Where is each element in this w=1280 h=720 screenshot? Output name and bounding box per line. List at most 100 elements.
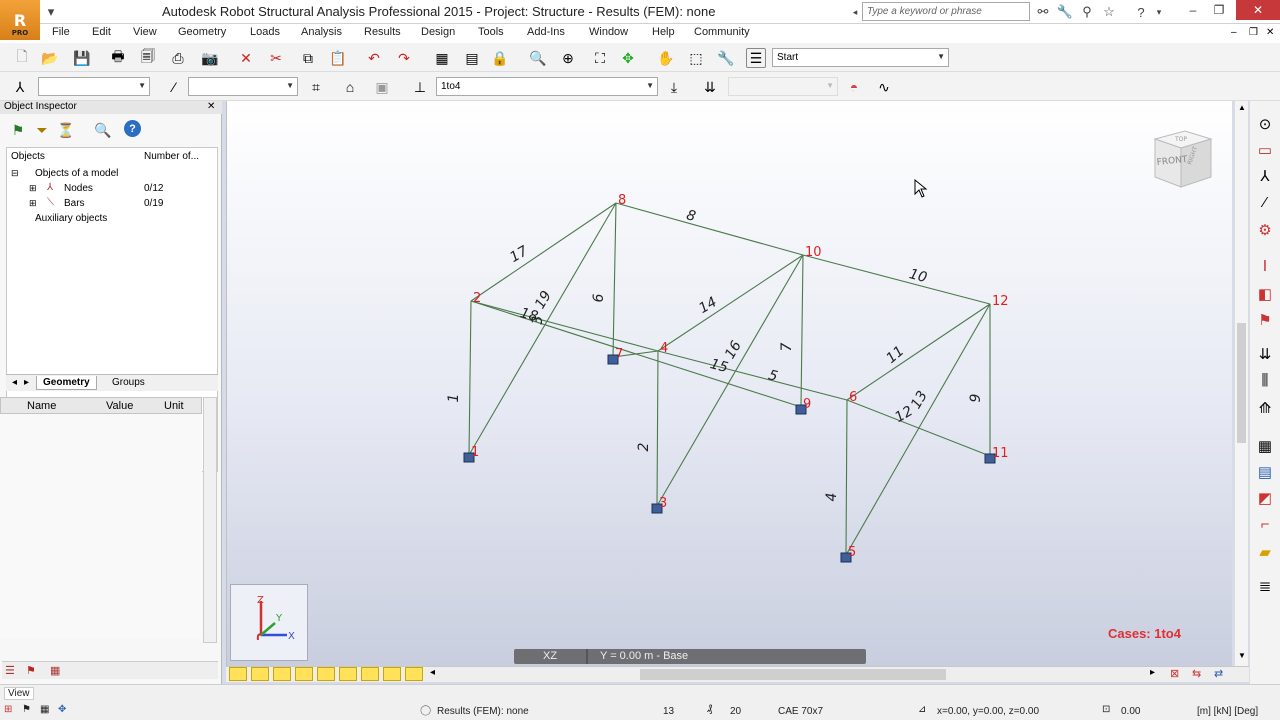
layouts-icon[interactable]: ☰ [746, 48, 766, 68]
zoom-out-icon[interactable]: ⇄ [1214, 667, 1223, 680]
print-icon[interactable]: 🖶 [108, 48, 128, 68]
expand-icon[interactable]: ⊞ [29, 198, 37, 209]
help-dropdown-icon[interactable]: ▾ [1150, 3, 1168, 21]
load-cases-icon[interactable]: ⊥ [410, 77, 430, 97]
binoculars-icon[interactable]: ⚯ [1034, 3, 1052, 21]
find-icon[interactable]: 🔍 [93, 120, 113, 140]
new-icon[interactable]: 🗋 [12, 48, 32, 68]
view-tool-select-icon[interactable] [229, 667, 247, 681]
releases-icon[interactable]: ⚑ [1254, 309, 1276, 331]
view-tool-plane-icon[interactable] [273, 667, 291, 681]
minimize-button[interactable]: – [1180, 0, 1206, 20]
clear-filter-icon[interactable]: ⏳ [56, 120, 76, 140]
view-plane-tag[interactable]: XZ Y = 0.00 m - Base [514, 649, 866, 664]
supports-icon[interactable]: ⚙ [1254, 219, 1276, 241]
structure-bar[interactable] [468, 202, 617, 456]
fit-icon[interactable]: ⇆ [1192, 667, 1201, 680]
favorites-star-icon[interactable]: ☆ [1100, 3, 1118, 21]
deformation-icon[interactable]: ◓ [844, 77, 864, 97]
view-level[interactable]: Y = 0.00 m - Base [600, 650, 688, 662]
undo-icon[interactable]: ↶ [364, 48, 384, 68]
menu-view[interactable]: View [133, 26, 157, 38]
structure-bar[interactable] [470, 202, 617, 302]
menu-help[interactable]: Help [652, 26, 675, 38]
close-button[interactable]: ✕ [1236, 0, 1280, 20]
tables-tab-icon[interactable]: ▦ [50, 664, 60, 677]
open-icon[interactable]: 📂 [40, 48, 60, 68]
hscroll-thumb[interactable] [640, 669, 946, 680]
structure-bar[interactable] [656, 350, 659, 507]
bar-selection-select[interactable]: ▼ [188, 77, 298, 96]
quick-access-icon[interactable]: ▾ [42, 3, 60, 21]
screen-capture-icon[interactable]: ⎙ [168, 48, 188, 68]
status-tool-4-icon[interactable]: ✥ [58, 704, 66, 715]
layers-icon[interactable]: ≣ [1254, 575, 1276, 597]
view-tool-zoom-icon[interactable] [251, 667, 269, 681]
view-tool-units-icon[interactable] [405, 667, 423, 681]
structure-type-icon[interactable]: ⌂ [340, 77, 360, 97]
cases-select[interactable]: 1to4 ▼ [436, 77, 658, 96]
menu-file[interactable]: File [52, 26, 70, 38]
menu-results[interactable]: Results [364, 26, 401, 38]
lock-icon[interactable]: 🔒 [490, 48, 510, 68]
structure-bar[interactable] [800, 254, 804, 408]
mode-select[interactable]: ▼ [728, 77, 838, 96]
camera-icon[interactable]: 📷 [200, 48, 220, 68]
wrench-icon[interactable]: 🔧 [1056, 3, 1074, 21]
load-definition-icon[interactable]: ⤓ [664, 77, 684, 97]
scroll-up-icon[interactable]: ▲ [1238, 103, 1246, 112]
view-cube[interactable]: FRONT TOP RIGHT [1147, 121, 1217, 191]
viewport-scrollbar[interactable]: ▲ ▼ [1234, 101, 1248, 666]
calculator-icon[interactable]: ▦ [432, 48, 452, 68]
zoom-icon[interactable]: 🔍 [528, 48, 548, 68]
print-preview-icon[interactable]: 🗐 [138, 48, 158, 68]
redo-icon[interactable]: ↷ [394, 48, 414, 68]
view-tool-axis-icon[interactable] [339, 667, 357, 681]
frame-icon[interactable]: ▣ [372, 77, 392, 97]
pan-icon[interactable]: ✋ [656, 48, 676, 68]
structure-bar[interactable] [846, 303, 991, 401]
view-tool-section-icon[interactable] [361, 667, 379, 681]
tree-item-nodes[interactable]: Nodes [64, 183, 93, 194]
screen-zoom-icon[interactable]: ⊠ [1170, 667, 1179, 680]
load-table-icon[interactable]: ⫼ [1254, 369, 1276, 391]
menu-tools[interactable]: Tools [478, 26, 504, 38]
filter-nodes-icon[interactable]: ⚑ [8, 120, 28, 140]
menu-loads[interactable]: Loads [250, 26, 280, 38]
doc-close-button[interactable]: ✕ [1266, 27, 1274, 38]
delete-icon[interactable]: ✕ [236, 48, 256, 68]
structure-bar[interactable] [612, 202, 617, 358]
panel-close-icon[interactable]: ✕ [207, 101, 215, 112]
fit-view-icon[interactable]: ⛶ [590, 48, 610, 68]
tree-item-bars[interactable]: Bars [64, 198, 85, 209]
loads-tab-icon[interactable]: ⚑ [26, 664, 36, 677]
restore-button[interactable]: ❐ [1206, 0, 1232, 20]
filter-icon[interactable]: ⏷ [32, 120, 52, 140]
rc-design-icon[interactable]: ▰ [1254, 541, 1276, 563]
copy-icon[interactable]: ⧉ [298, 48, 318, 68]
connections-icon[interactable]: ⌐ [1254, 513, 1276, 535]
structure-bar[interactable] [657, 350, 848, 401]
structure-bar[interactable] [656, 254, 804, 507]
move-icon[interactable]: ✥ [618, 48, 638, 68]
results-table-icon[interactable]: ▦ [1254, 435, 1276, 457]
tree-item-auxiliary[interactable]: Auxiliary objects [35, 213, 107, 224]
structure-viewport[interactable]: 1 2 3 4 5 6 7 8 9 10 11 12 13 14 15 16 17 18 19 1234567891… [226, 101, 1232, 666]
section-icon[interactable]: ⌗ [306, 77, 326, 97]
structure-bar[interactable] [615, 202, 804, 256]
save-icon[interactable]: 💾 [72, 48, 92, 68]
tab-groups[interactable]: Groups [106, 376, 151, 389]
status-tool-3-icon[interactable]: ▦ [40, 704, 49, 715]
scroll-down-icon[interactable]: ▼ [1238, 651, 1246, 660]
properties-scrollbar[interactable] [203, 397, 217, 643]
expand-icon[interactable]: ⊞ [29, 183, 37, 194]
status-tool-1-icon[interactable]: ⊞ [4, 704, 12, 715]
tables-icon[interactable]: ▤ [1254, 461, 1276, 483]
doc-restore-button[interactable]: ❐ [1249, 27, 1258, 38]
hscroll-left-icon[interactable]: ◂ [430, 667, 435, 678]
view-tool-grid-icon[interactable] [383, 667, 401, 681]
structure-bar[interactable] [470, 300, 659, 352]
doc-minimize-button[interactable]: – [1231, 27, 1237, 38]
tab-next-icon[interactable]: ▸ [18, 376, 35, 389]
collapse-icon[interactable]: ⊟ [11, 168, 19, 179]
